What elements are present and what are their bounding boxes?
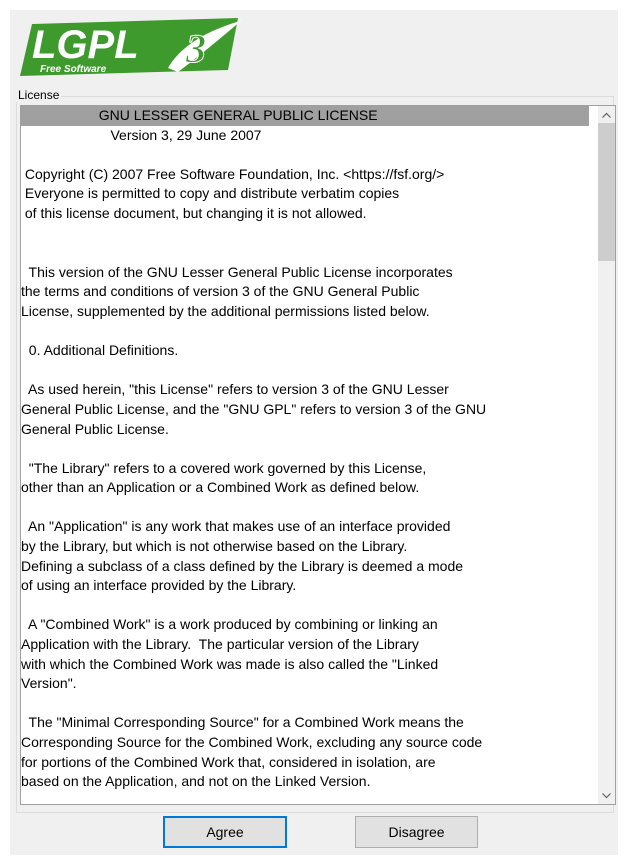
license-line: As used herein, "this License" refers to… (21, 381, 449, 398)
license-line: for portions of the Combined Work that, … (21, 753, 436, 770)
license-line: Defining a subclass of a class defined b… (21, 557, 464, 574)
license-line (21, 498, 589, 518)
logo-subtitle: Free Software (40, 64, 107, 75)
disagree-button[interactable]: Disagree (355, 816, 478, 848)
license-line (21, 361, 589, 381)
license-line: Corresponding Source for the Combined Wo… (21, 734, 483, 750)
license-line: of using an interface provided by the Li… (21, 577, 297, 594)
chevron-up-icon[interactable] (598, 106, 615, 123)
license-line: Everyone is permitted to copy and distri… (21, 185, 400, 202)
license-line: of this license document, but changing i… (21, 204, 367, 221)
logo-version: 3 (185, 26, 206, 71)
license-line (21, 145, 589, 165)
license-line: General Public License, and the "GNU GPL… (21, 400, 487, 417)
license-line: An "Application" is any work that makes … (21, 518, 451, 535)
vertical-scrollbar[interactable] (598, 106, 615, 804)
license-line (21, 596, 589, 616)
license-line: GNU LESSER GENERAL PUBLIC LICENSE (21, 106, 589, 126)
license-line: the terms and conditions of version 3 of… (21, 283, 420, 300)
license-line (21, 322, 589, 342)
license-line: Application with the Library. The partic… (21, 636, 419, 653)
license-line: with which the Combined Work was made is… (21, 655, 439, 672)
license-line: "The Library" refers to a covered work g… (21, 459, 427, 476)
license-line: Version". (21, 675, 77, 692)
license-line: Version 3, 29 June 2007 (21, 126, 262, 143)
agree-button[interactable]: Agree (163, 816, 287, 848)
license-textarea[interactable]: GNU LESSER GENERAL PUBLIC LICENSE Versio… (20, 105, 616, 805)
license-line: by the Library, but which is not otherwi… (21, 538, 408, 555)
license-line: The "Minimal Corresponding Source" for a… (21, 714, 464, 731)
lgpl-logo: LGPL Free Software 3 (18, 14, 246, 78)
license-line: License, supplemented by the additional … (21, 302, 430, 319)
license-line (21, 224, 589, 244)
scroll-thumb[interactable] (598, 123, 615, 261)
license-line: General Public License. (21, 420, 169, 437)
license-line (21, 439, 589, 459)
chevron-down-icon[interactable] (598, 787, 615, 804)
license-line: A "Combined Work" is a work produced by … (21, 616, 438, 633)
license-line (21, 243, 589, 263)
license-line (21, 694, 589, 714)
license-line: Copyright (C) 2007 Free Software Foundat… (21, 165, 445, 182)
license-line: This version of the GNU Lesser General P… (21, 263, 453, 280)
license-dialog: LGPL Free Software 3 License GNU LESSER … (10, 10, 618, 855)
license-line: 0. Additional Definitions. (21, 342, 179, 359)
license-line: other than an Application or a Combined … (21, 479, 420, 496)
license-text: GNU LESSER GENERAL PUBLIC LICENSE Versio… (21, 106, 589, 804)
license-group-label: License (16, 88, 62, 102)
logo-text: LGPL (32, 23, 139, 67)
license-line: based on the Application, and not on the… (21, 773, 371, 790)
